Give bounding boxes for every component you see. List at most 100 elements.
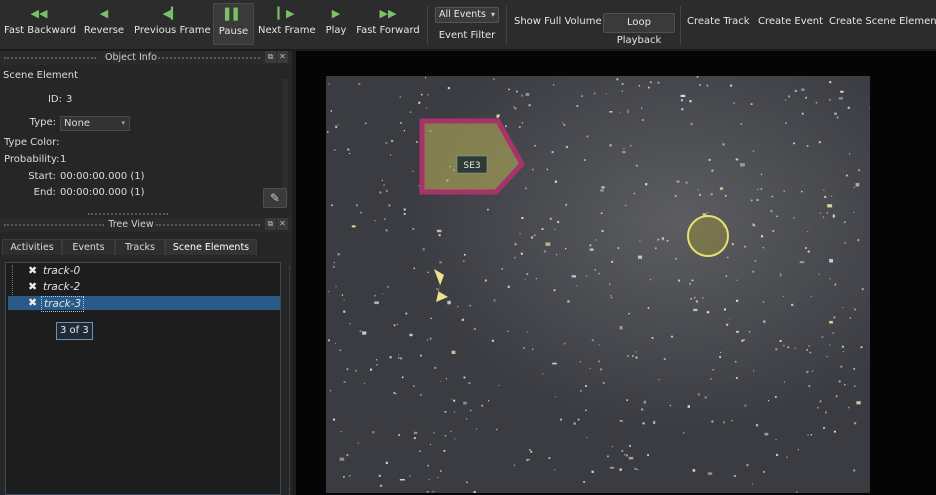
- tree-item-track-0[interactable]: ✖ track-0: [8, 264, 280, 278]
- fast-forward-icon: ▶▶: [379, 7, 397, 20]
- speckle: [807, 434, 809, 436]
- speckle: [712, 369, 714, 371]
- speckle: [403, 213, 406, 215]
- show-full-volume-button[interactable]: Show Full Volume: [514, 16, 602, 27]
- speckle: [801, 190, 803, 193]
- speckle: [735, 377, 738, 379]
- speckle: [634, 467, 637, 470]
- speckle: [724, 194, 727, 197]
- speckle: [453, 411, 456, 413]
- speckle: [815, 102, 818, 104]
- create-scene-element-button[interactable]: Create Scene Element: [829, 16, 936, 27]
- close-icon[interactable]: ✖: [28, 296, 37, 310]
- object-info-scrollbar[interactable]: [282, 79, 288, 199]
- float-icon[interactable]: ⧉: [265, 218, 276, 230]
- speckle: [403, 208, 406, 211]
- speckle: [807, 250, 810, 253]
- speckle: [841, 345, 844, 348]
- tree-item-track-2[interactable]: ✖ track-2: [8, 280, 280, 294]
- speckle: [856, 401, 861, 405]
- speckle: [689, 282, 692, 285]
- speckle: [453, 399, 456, 402]
- video-frame[interactable]: SE3: [326, 76, 870, 493]
- speckle: [549, 217, 552, 220]
- float-icon[interactable]: ⧉: [265, 51, 276, 63]
- speckle: [434, 366, 437, 369]
- speckle: [711, 169, 714, 172]
- speckle: [651, 337, 654, 339]
- speckle: [447, 300, 451, 305]
- speckle: [683, 432, 685, 434]
- speckle: [514, 107, 517, 110]
- speckle: [853, 186, 855, 189]
- speckle: [401, 376, 404, 379]
- fast-backward-button[interactable]: ◀◀ Fast Backward: [4, 3, 76, 45]
- speckle: [821, 336, 824, 338]
- type-select[interactable]: None ▾: [60, 116, 130, 131]
- pen-icon: ✎: [269, 191, 281, 205]
- tree-item-track-3[interactable]: ✖ track-3: [8, 296, 280, 312]
- fast-forward-button[interactable]: ▶▶ Fast Forward: [356, 3, 420, 45]
- track-circle[interactable]: [687, 215, 729, 257]
- next-frame-button[interactable]: ▎▶ Next Frame: [258, 3, 316, 45]
- speckle: [776, 215, 778, 218]
- tab-events[interactable]: Events: [62, 239, 115, 255]
- video-viewport[interactable]: SE3: [296, 51, 936, 495]
- speckle: [740, 123, 743, 125]
- speckle: [552, 362, 557, 365]
- close-icon[interactable]: ✕: [277, 218, 288, 230]
- object-info-title-bar[interactable]: Object Info ⧉ ✕: [0, 51, 292, 65]
- tab-scene-elements[interactable]: Scene Elements: [165, 239, 257, 255]
- scene-elements-tree[interactable]: ✖ track-0 ✖ track-2 ✖ track-3: [5, 262, 281, 495]
- speckle: [710, 193, 713, 196]
- speckle: [602, 381, 605, 384]
- loop-playback-button[interactable]: Loop Playback: [603, 13, 675, 46]
- next-frame-icon: ▎▶: [277, 7, 295, 20]
- speckle: [616, 78, 619, 81]
- close-icon[interactable]: ✖: [28, 264, 37, 278]
- speckle: [756, 199, 759, 201]
- speckle: [832, 332, 834, 334]
- reverse-button[interactable]: ◀ Reverse: [80, 3, 128, 45]
- speckle: [823, 426, 826, 429]
- tooltip: 3 of 3: [56, 322, 93, 340]
- tree-item-label: track-0: [43, 265, 81, 277]
- close-icon[interactable]: ✕: [277, 51, 288, 63]
- event-filter-select[interactable]: All Events ▾: [435, 7, 499, 23]
- left-dock-panel: Object Info ⧉ ✕ Scene Element ID: 3 Type…: [0, 51, 292, 495]
- speckle: [770, 210, 773, 213]
- speckle: [425, 77, 427, 79]
- speckle: [836, 116, 839, 119]
- speckle: [526, 273, 529, 275]
- speckle: [783, 190, 785, 192]
- edit-type-color-button[interactable]: ✎: [263, 188, 287, 208]
- speckle: [400, 122, 402, 124]
- speckle: [826, 212, 828, 214]
- left-panel-scrollbar[interactable]: [289, 266, 292, 495]
- speckle: [379, 191, 382, 194]
- previous-frame-button[interactable]: ◀▎ Previous Frame: [134, 3, 211, 45]
- speckle: [669, 404, 671, 407]
- reverse-icon: ◀: [99, 7, 109, 20]
- speckle: [762, 301, 765, 303]
- speckle: [829, 259, 833, 263]
- tree-view-title-bar[interactable]: Tree View ⧉ ✕: [0, 218, 292, 232]
- speckle: [754, 260, 757, 262]
- speckle: [534, 145, 536, 147]
- speckle: [810, 434, 812, 436]
- speckle: [847, 106, 850, 109]
- tree-item-label: track-3: [41, 296, 85, 312]
- create-track-button[interactable]: Create Track: [687, 16, 750, 27]
- speckle: [457, 306, 459, 308]
- pause-button[interactable]: ▌▌ Pause: [213, 3, 254, 45]
- speckle: [551, 151, 554, 154]
- play-button[interactable]: ▶ Play: [321, 3, 351, 45]
- close-icon[interactable]: ✖: [28, 280, 37, 294]
- speckle: [756, 424, 759, 427]
- tab-activities[interactable]: Activities: [2, 239, 62, 255]
- speckle: [389, 356, 392, 359]
- speckle: [343, 381, 346, 383]
- tab-tracks[interactable]: Tracks: [115, 239, 165, 255]
- speckle: [690, 298, 692, 300]
- create-event-button[interactable]: Create Event: [758, 16, 823, 27]
